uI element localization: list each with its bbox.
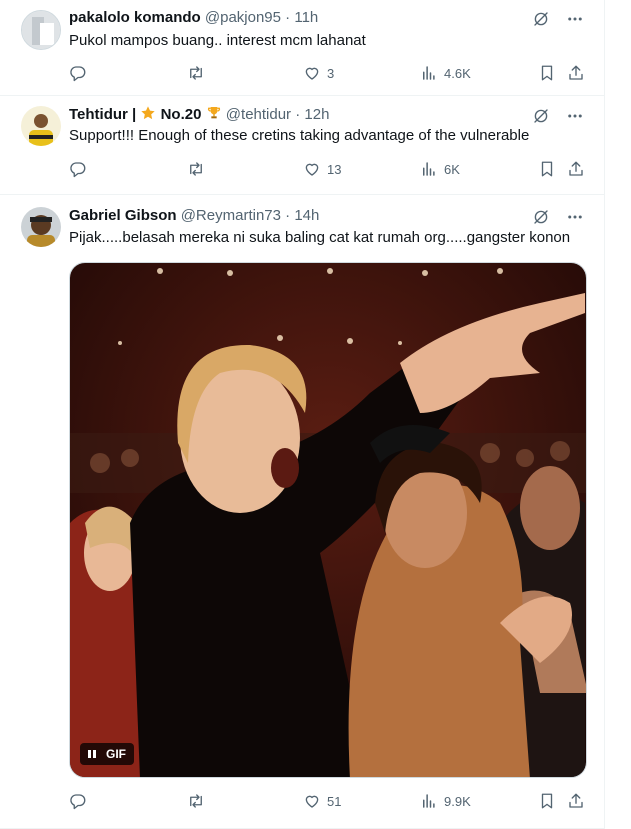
avatar[interactable] [21, 207, 61, 247]
timestamp[interactable]: 11h [294, 9, 318, 26]
grok-icon[interactable] [532, 208, 550, 226]
like-count: 3 [327, 65, 335, 81]
timestamp[interactable]: 12h [304, 106, 329, 123]
tweet-header: Tehtidur | No.20 @tehtidur · 12h [69, 105, 329, 127]
share-icon [567, 64, 585, 82]
grok-icon[interactable] [532, 10, 550, 28]
timestamp[interactable]: 14h [294, 207, 319, 224]
views-icon [420, 64, 438, 82]
reply-icon [69, 792, 87, 810]
retweet-button[interactable] [187, 63, 211, 83]
bookmark-button[interactable] [538, 791, 556, 811]
tweet-header: pakalolo komando @pakjon95 · 11h [69, 8, 318, 28]
like-button[interactable]: 13 [303, 159, 341, 179]
gif-media[interactable]: GIF [69, 262, 587, 778]
views-button[interactable]: 6K [420, 159, 460, 179]
like-count: 13 [327, 161, 342, 177]
views-button[interactable]: 9.9K [420, 791, 471, 811]
like-button[interactable]: 51 [303, 791, 341, 811]
action-bar: 13 6K [69, 159, 587, 179]
bookmark-button[interactable] [538, 159, 556, 179]
more-icon[interactable] [566, 107, 584, 125]
views-icon [420, 792, 438, 810]
share-button[interactable] [567, 63, 585, 83]
display-name[interactable]: pakalolo komando [69, 9, 201, 26]
share-button[interactable] [567, 791, 585, 811]
bookmark-button[interactable] [538, 63, 556, 83]
display-name[interactable]: Tehtidur | [69, 106, 136, 123]
more-icon[interactable] [566, 10, 584, 28]
like-icon [303, 64, 321, 82]
reply-icon [69, 160, 87, 178]
bookmark-icon [538, 64, 556, 82]
views-icon [420, 160, 438, 178]
like-icon [303, 792, 321, 810]
action-bar: 51 9.9K [69, 791, 587, 811]
avatar[interactable] [21, 106, 61, 146]
reply-button[interactable] [69, 63, 93, 83]
separator: · [295, 106, 301, 123]
retweet-icon [187, 160, 205, 178]
avatar[interactable] [21, 10, 61, 50]
username[interactable]: @pakjon95 [205, 9, 281, 26]
retweet-button[interactable] [187, 791, 211, 811]
share-icon [567, 160, 585, 178]
view-count: 9.9K [444, 793, 471, 809]
username[interactable]: @Reymartin73 [181, 207, 281, 224]
display-name[interactable]: Gabriel Gibson [69, 207, 177, 224]
more-icon[interactable] [566, 208, 584, 226]
reply-icon [69, 64, 87, 82]
view-count: 4.6K [444, 65, 471, 81]
views-button[interactable]: 4.6K [420, 63, 471, 83]
share-icon [567, 792, 585, 810]
star-icon [140, 105, 156, 127]
action-bar: 3 4.6K [69, 63, 587, 83]
trophy-icon [206, 105, 222, 127]
badge-text: No.20 [160, 106, 202, 123]
separator: · [285, 9, 291, 26]
retweet-icon [187, 792, 205, 810]
like-icon [303, 160, 321, 178]
tweet-text: Support!!! Enough of these cretins takin… [69, 127, 530, 144]
pause-icon [88, 750, 96, 758]
reply-button[interactable] [69, 791, 93, 811]
timeline: pakalolo komando @pakjon95 · 11h Pukol m… [0, 0, 605, 829]
tweet-header: Gabriel Gibson @Reymartin73 · 14h [69, 206, 319, 226]
bookmark-icon [538, 792, 556, 810]
share-button[interactable] [567, 159, 585, 179]
retweet-icon [187, 64, 205, 82]
bookmark-icon [538, 160, 556, 178]
username[interactable]: @tehtidur [226, 106, 291, 123]
tweet-text: Pukol mampos buang.. interest mcm lahana… [69, 32, 366, 49]
tweet-2[interactable]: Tehtidur | No.20 @tehtidur · 12h Support… [0, 96, 604, 195]
separator: · [285, 207, 291, 224]
gif-badge[interactable]: GIF [80, 743, 134, 765]
tweet-1[interactable]: pakalolo komando @pakjon95 · 11h Pukol m… [0, 0, 604, 96]
like-button[interactable]: 3 [303, 63, 334, 83]
like-count: 51 [327, 793, 342, 809]
tweet-text: Pijak.....belasah mereka ni suka baling … [69, 229, 571, 246]
retweet-button[interactable] [187, 159, 211, 179]
gif-label: GIF [106, 747, 126, 761]
view-count: 6K [444, 161, 460, 177]
grok-icon[interactable] [532, 107, 550, 125]
gif-image [70, 263, 586, 777]
reply-button[interactable] [69, 159, 93, 179]
tweet-3[interactable]: Gabriel Gibson @Reymartin73 · 14h Pijak.… [0, 195, 604, 829]
